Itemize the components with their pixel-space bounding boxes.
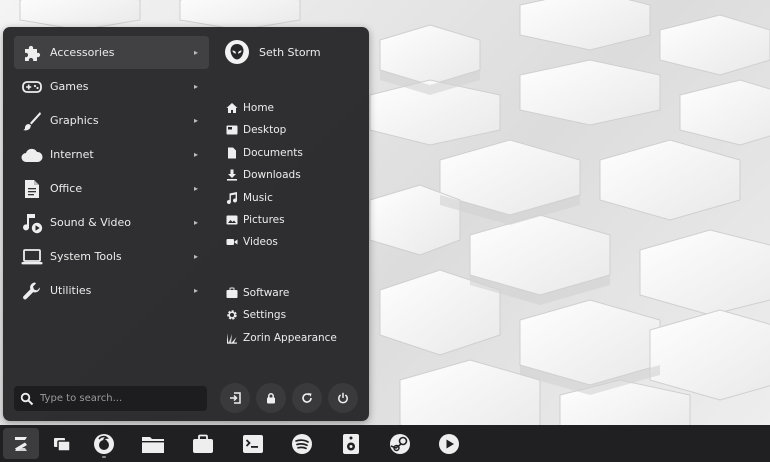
application-menu: Accessories ▸ Games ▸ Graphics ▸ Interne… xyxy=(3,27,369,421)
zorin-logo-icon xyxy=(15,436,27,451)
wrench-icon xyxy=(21,280,43,302)
chevron-right-icon: ▸ xyxy=(193,48,198,57)
puzzle-icon xyxy=(21,42,43,64)
place-label: Documents xyxy=(243,147,303,159)
place-label: Home xyxy=(243,102,275,114)
paintbrush-icon xyxy=(21,110,43,132)
taskbar-workspaces-button[interactable] xyxy=(44,428,80,459)
category-label: Utilities xyxy=(50,284,92,297)
place-label: Desktop xyxy=(243,124,287,136)
document-icon xyxy=(21,178,43,200)
category-utilities[interactable]: Utilities ▸ xyxy=(14,274,209,307)
category-label: Office xyxy=(50,182,83,195)
category-sound-video[interactable]: Sound & Video ▸ xyxy=(14,206,209,239)
lock-icon xyxy=(267,393,275,404)
home-icon xyxy=(225,101,239,115)
briefcase-icon xyxy=(225,286,239,300)
place-label: Music xyxy=(243,192,273,204)
user-name: Seth Storm xyxy=(259,45,321,59)
chevron-right-icon: ▸ xyxy=(193,150,198,159)
taskbar-steam-button[interactable] xyxy=(382,428,418,459)
file-icon xyxy=(225,146,239,160)
menu-item-label: Zorin Appearance xyxy=(243,332,337,344)
menu-item-software[interactable]: Software xyxy=(225,283,289,303)
taskbar-firefox-button[interactable] xyxy=(86,428,122,459)
taskbar-videos-button[interactable] xyxy=(431,428,467,459)
place-documents[interactable]: Documents xyxy=(225,143,303,163)
chevron-right-icon: ▸ xyxy=(193,82,198,91)
search-icon xyxy=(20,392,34,405)
place-label: Pictures xyxy=(243,214,285,226)
taskbar-rhythmbox-button[interactable] xyxy=(333,428,369,459)
search-input[interactable] xyxy=(40,393,207,404)
place-label: Downloads xyxy=(243,169,301,181)
taskbar-spotify-button[interactable] xyxy=(284,428,320,459)
picture-icon xyxy=(225,213,239,227)
category-accessories[interactable]: Accessories ▸ xyxy=(14,36,209,69)
power-off-button[interactable] xyxy=(328,383,358,413)
place-label: Videos xyxy=(243,236,278,248)
appearance-icon xyxy=(225,331,239,345)
logout-button[interactable] xyxy=(220,383,250,413)
category-label: Internet xyxy=(50,148,94,161)
category-graphics[interactable]: Graphics ▸ xyxy=(14,104,209,137)
chevron-right-icon: ▸ xyxy=(193,286,198,295)
laptop-icon xyxy=(21,246,43,268)
category-label: Sound & Video xyxy=(50,216,132,229)
gear-icon xyxy=(225,308,239,322)
category-label: System Tools xyxy=(50,250,122,263)
category-label: Games xyxy=(50,80,89,93)
menu-item-settings[interactable]: Settings xyxy=(225,305,286,325)
restart-icon xyxy=(302,393,312,403)
firefox-icon xyxy=(94,433,114,454)
windows-icon xyxy=(54,437,71,452)
chevron-right-icon: ▸ xyxy=(193,218,198,227)
place-desktop[interactable]: Desktop xyxy=(225,120,286,140)
folder-icon xyxy=(142,436,164,453)
menu-item-label: Settings xyxy=(243,309,287,321)
taskbar-software-button[interactable] xyxy=(185,428,221,459)
briefcase-icon xyxy=(193,434,213,453)
power-icon xyxy=(338,392,348,404)
chevron-right-icon: ▸ xyxy=(193,252,198,261)
speaker-icon xyxy=(343,433,359,454)
logout-icon xyxy=(230,392,241,404)
terminal-icon xyxy=(243,434,263,453)
play-icon xyxy=(439,433,459,454)
alien-avatar-icon xyxy=(225,40,249,64)
menu-item-zorin-appearance[interactable]: Zorin Appearance xyxy=(225,328,337,348)
chevron-right-icon: ▸ xyxy=(193,116,198,125)
place-downloads[interactable]: Downloads xyxy=(225,165,301,185)
taskbar-terminal-button[interactable] xyxy=(235,428,271,459)
category-label: Accessories xyxy=(50,46,115,59)
running-indicator xyxy=(102,456,106,458)
video-camera-icon xyxy=(225,235,239,249)
lock-button[interactable] xyxy=(256,383,286,413)
category-label: Graphics xyxy=(50,114,99,127)
category-system-tools[interactable]: System Tools ▸ xyxy=(14,240,209,273)
spotify-icon xyxy=(292,433,312,454)
menu-item-label: Software xyxy=(243,287,290,299)
category-internet[interactable]: Internet ▸ xyxy=(14,138,209,171)
search-box[interactable] xyxy=(14,386,207,411)
place-videos[interactable]: Videos xyxy=(225,232,278,252)
gamepad-icon xyxy=(21,76,43,98)
restart-button[interactable] xyxy=(292,383,322,413)
category-office[interactable]: Office ▸ xyxy=(14,172,209,205)
music-video-icon xyxy=(21,212,43,234)
cloud-icon xyxy=(21,144,43,166)
taskbar xyxy=(0,425,770,462)
steam-icon xyxy=(390,433,410,454)
chevron-right-icon: ▸ xyxy=(193,184,198,193)
taskbar-files-button[interactable] xyxy=(135,428,171,459)
place-music[interactable]: Music xyxy=(225,188,273,208)
place-pictures[interactable]: Pictures xyxy=(225,210,285,230)
music-note-icon xyxy=(225,191,239,205)
taskbar-zorin-menu-button[interactable] xyxy=(3,428,39,459)
place-home[interactable]: Home xyxy=(225,98,274,118)
download-icon xyxy=(225,168,239,182)
category-games[interactable]: Games ▸ xyxy=(14,70,209,103)
user-account[interactable]: Seth Storm xyxy=(225,40,321,64)
desktop-icon xyxy=(225,123,239,137)
